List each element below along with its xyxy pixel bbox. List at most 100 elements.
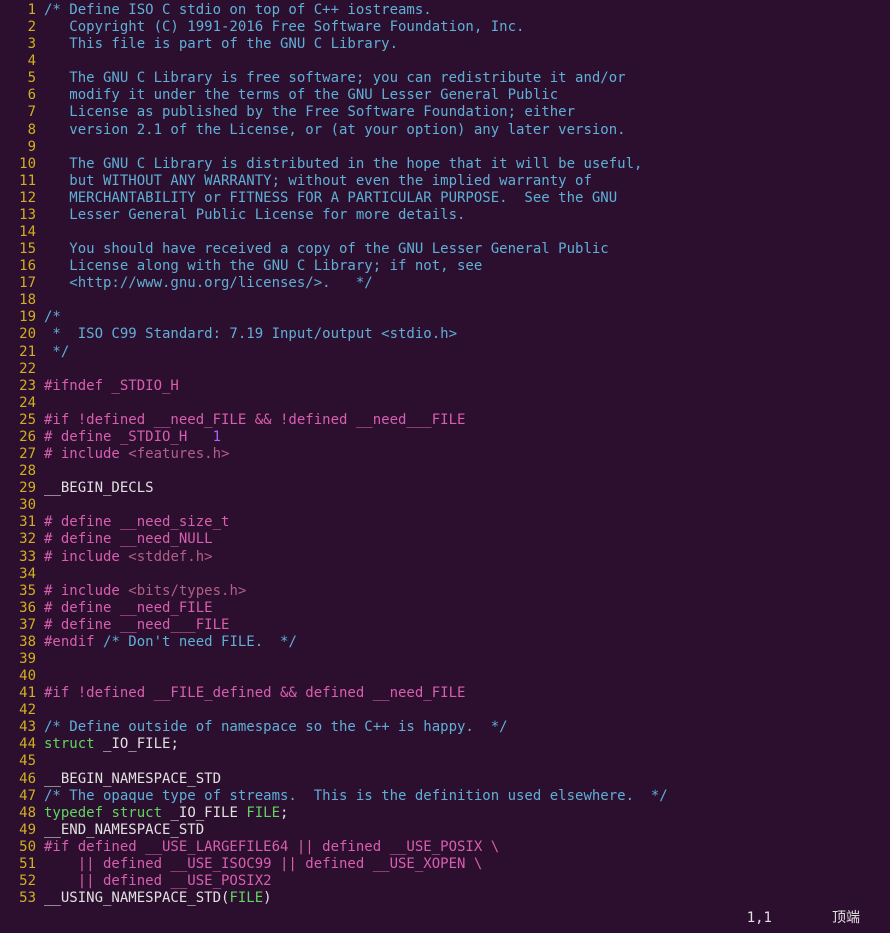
code-line[interactable]: 23#ifndef _STDIO_H: [0, 378, 890, 395]
code-line[interactable]: 7 License as published by the Free Softw…: [0, 104, 890, 121]
code-content: The GNU C Library is distributed in the …: [44, 156, 890, 173]
code-line[interactable]: 24: [0, 395, 890, 412]
code-content: [44, 361, 890, 378]
code-content: # include <bits/types.h>: [44, 583, 890, 600]
code-line[interactable]: 33# include <stddef.h>: [0, 549, 890, 566]
code-line[interactable]: 21 */: [0, 344, 890, 361]
line-number: 53: [0, 890, 44, 907]
code-content: #if !defined __FILE_defined && defined _…: [44, 685, 890, 702]
code-line[interactable]: 37# define __need___FILE: [0, 617, 890, 634]
code-line[interactable]: 30: [0, 497, 890, 514]
code-content: <http://www.gnu.org/licenses/>. */: [44, 275, 890, 292]
line-number: 35: [0, 583, 44, 600]
code-content: [44, 668, 890, 685]
line-number: 13: [0, 207, 44, 224]
code-content: You should have received a copy of the G…: [44, 241, 890, 258]
code-line[interactable]: 51 || defined __USE_ISOC99 || defined __…: [0, 856, 890, 873]
code-line[interactable]: 41#if !defined __FILE_defined && defined…: [0, 685, 890, 702]
code-content: License as published by the Free Softwar…: [44, 104, 890, 121]
code-line[interactable]: 53__USING_NAMESPACE_STD(FILE): [0, 890, 890, 907]
code-line[interactable]: 52 || defined __USE_POSIX2: [0, 873, 890, 890]
code-line[interactable]: 4: [0, 53, 890, 70]
code-line[interactable]: 17 <http://www.gnu.org/licenses/>. */: [0, 275, 890, 292]
code-content: [44, 753, 890, 770]
code-content: __BEGIN_DECLS: [44, 480, 890, 497]
code-line[interactable]: 19/*: [0, 309, 890, 326]
code-line[interactable]: 2 Copyright (C) 1991-2016 Free Software …: [0, 19, 890, 36]
code-content: __END_NAMESPACE_STD: [44, 822, 890, 839]
code-line[interactable]: 8 version 2.1 of the License, or (at you…: [0, 122, 890, 139]
code-content: # define __need_NULL: [44, 531, 890, 548]
code-line[interactable]: 16 License along with the GNU C Library;…: [0, 258, 890, 275]
line-number: 17: [0, 275, 44, 292]
code-line[interactable]: 44struct _IO_FILE;: [0, 736, 890, 753]
code-line[interactable]: 48typedef struct _IO_FILE FILE;: [0, 805, 890, 822]
code-content: # define __need___FILE: [44, 617, 890, 634]
code-line[interactable]: 43/* Define outside of namespace so the …: [0, 719, 890, 736]
line-number: 2: [0, 19, 44, 36]
code-line[interactable]: 26# define _STDIO_H 1: [0, 429, 890, 446]
line-number: 30: [0, 497, 44, 514]
code-line[interactable]: 22: [0, 361, 890, 378]
code-line[interactable]: 5 The GNU C Library is free software; yo…: [0, 70, 890, 87]
code-line[interactable]: 1/* Define ISO C stdio on top of C++ ios…: [0, 2, 890, 19]
code-line[interactable]: 34: [0, 566, 890, 583]
line-number: 43: [0, 719, 44, 736]
code-line[interactable]: 35# include <bits/types.h>: [0, 583, 890, 600]
line-number: 3: [0, 36, 44, 53]
line-number: 16: [0, 258, 44, 275]
code-line[interactable]: 36# define __need_FILE: [0, 600, 890, 617]
code-line[interactable]: 15 You should have received a copy of th…: [0, 241, 890, 258]
code-line[interactable]: 14: [0, 224, 890, 241]
code-line[interactable]: 27# include <features.h>: [0, 446, 890, 463]
line-number: 24: [0, 395, 44, 412]
code-line[interactable]: 49__END_NAMESPACE_STD: [0, 822, 890, 839]
line-number: 28: [0, 463, 44, 480]
code-content: [44, 395, 890, 412]
code-line[interactable]: 31# define __need_size_t: [0, 514, 890, 531]
line-number: 32: [0, 531, 44, 548]
line-number: 12: [0, 190, 44, 207]
code-content: License along with the GNU C Library; if…: [44, 258, 890, 275]
line-number: 21: [0, 344, 44, 361]
code-line[interactable]: 25#if !defined __need_FILE && !defined _…: [0, 412, 890, 429]
code-line[interactable]: 29__BEGIN_DECLS: [0, 480, 890, 497]
code-line[interactable]: 20 * ISO C99 Standard: 7.19 Input/output…: [0, 326, 890, 343]
code-content: [44, 139, 890, 156]
code-line[interactable]: 32# define __need_NULL: [0, 531, 890, 548]
code-content: /* The opaque type of streams. This is t…: [44, 788, 890, 805]
code-line[interactable]: 40: [0, 668, 890, 685]
code-line[interactable]: 38#endif /* Don't need FILE. */: [0, 634, 890, 651]
code-line[interactable]: 45: [0, 753, 890, 770]
code-line[interactable]: 46__BEGIN_NAMESPACE_STD: [0, 771, 890, 788]
code-content: /*: [44, 309, 890, 326]
code-line[interactable]: 6 modify it under the terms of the GNU L…: [0, 87, 890, 104]
code-line[interactable]: 28: [0, 463, 890, 480]
line-number: 10: [0, 156, 44, 173]
line-number: 5: [0, 70, 44, 87]
code-line[interactable]: 9: [0, 139, 890, 156]
code-line[interactable]: 42: [0, 702, 890, 719]
code-editor[interactable]: 1/* Define ISO C stdio on top of C++ ios…: [0, 0, 890, 909]
code-content: [44, 224, 890, 241]
code-line[interactable]: 47/* The opaque type of streams. This is…: [0, 788, 890, 805]
code-line[interactable]: 50#if defined __USE_LARGEFILE64 || defin…: [0, 839, 890, 856]
line-number: 15: [0, 241, 44, 258]
line-number: 25: [0, 412, 44, 429]
line-number: 50: [0, 839, 44, 856]
line-number: 41: [0, 685, 44, 702]
line-number: 7: [0, 104, 44, 121]
code-line[interactable]: 18: [0, 292, 890, 309]
line-number: 40: [0, 668, 44, 685]
code-line[interactable]: 11 but WITHOUT ANY WARRANTY; without eve…: [0, 173, 890, 190]
code-content: This file is part of the GNU C Library.: [44, 36, 890, 53]
code-line[interactable]: 13 Lesser General Public License for mor…: [0, 207, 890, 224]
line-number: 22: [0, 361, 44, 378]
code-line[interactable]: 39: [0, 651, 890, 668]
line-number: 19: [0, 309, 44, 326]
code-line[interactable]: 10 The GNU C Library is distributed in t…: [0, 156, 890, 173]
code-content: #if !defined __need_FILE && !defined __n…: [44, 412, 890, 429]
code-line[interactable]: 12 MERCHANTABILITY or FITNESS FOR A PART…: [0, 190, 890, 207]
code-content: [44, 702, 890, 719]
code-line[interactable]: 3 This file is part of the GNU C Library…: [0, 36, 890, 53]
